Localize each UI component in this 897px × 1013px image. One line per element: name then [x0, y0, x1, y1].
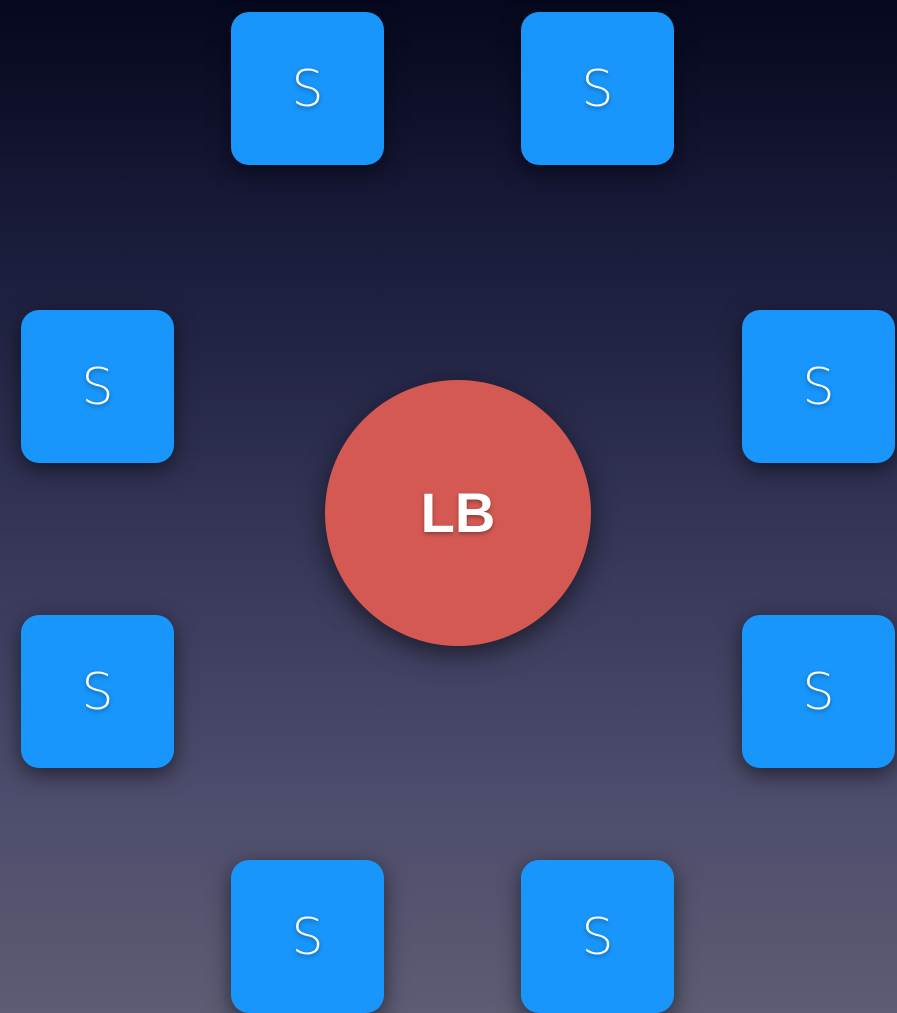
server-label: S [291, 59, 324, 118]
load-balancer-node: LB [325, 380, 591, 646]
server-label: S [291, 907, 324, 966]
server-node: S [231, 860, 384, 1013]
server-label: S [581, 907, 614, 966]
server-node: S [742, 615, 895, 768]
server-node: S [21, 310, 174, 463]
server-node: S [742, 310, 895, 463]
server-node: S [21, 615, 174, 768]
server-label: S [802, 662, 835, 721]
server-node: S [521, 12, 674, 165]
load-balancer-label: LB [420, 481, 496, 544]
load-balancer-diagram: S S S S LB S S S S [0, 0, 897, 1013]
server-label: S [81, 357, 114, 416]
server-node: S [521, 860, 674, 1013]
server-label: S [802, 357, 835, 416]
server-label: S [581, 59, 614, 118]
server-label: S [81, 662, 114, 721]
server-node: S [231, 12, 384, 165]
